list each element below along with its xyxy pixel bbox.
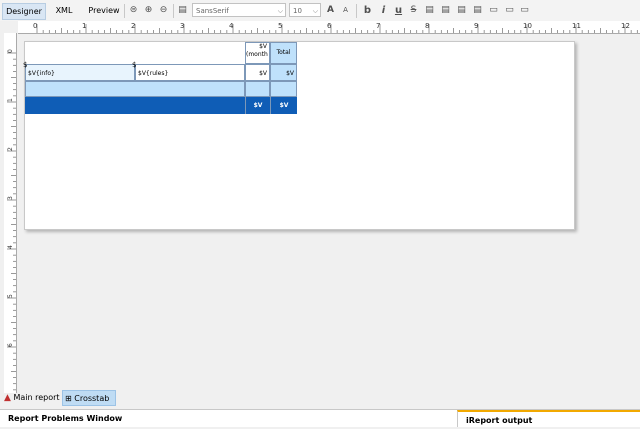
report-page[interactable]: $V (month Total $V{info} $ $V{rules} $ $…	[23, 41, 575, 230]
editor-toolbar: Designer XML Preview ⊜ ⊕ ⊖ ▤ SansSerif ⌵…	[0, 0, 640, 22]
ruler-label: 3	[180, 22, 184, 30]
increase-font-icon[interactable]: A	[324, 4, 337, 17]
field-marker: $	[132, 61, 137, 69]
ruler-label: 2	[7, 147, 14, 151]
strikethrough-icon[interactable]: S	[407, 4, 420, 17]
zoom-in-icon[interactable]: ⊕	[142, 4, 155, 17]
crosstab-subtotal-label[interactable]	[25, 81, 245, 97]
ruler-label: 2	[131, 22, 135, 30]
align-justify-icon[interactable]: ▤	[439, 4, 452, 17]
font-name-value: SansSerif	[196, 7, 229, 15]
align-top-icon[interactable]: ▭	[487, 4, 500, 17]
tab-crosstab[interactable]: ⊞ Crosstab 1	[62, 390, 116, 419]
chevron-down-icon: ⌵	[312, 7, 318, 15]
align-left-icon[interactable]: ▤	[423, 4, 436, 17]
underline-button[interactable]: u	[392, 4, 405, 17]
bold-button[interactable]: b	[361, 4, 374, 17]
report-problems-window[interactable]: Report Problems Window	[0, 410, 456, 427]
ruler-label: 11	[572, 22, 581, 30]
align-center-icon[interactable]: ▤	[455, 4, 468, 17]
align-right-icon[interactable]: ▤	[471, 4, 484, 17]
ruler-label: 12	[621, 22, 630, 30]
vertical-ruler: 0 1 2 3 4 5 6	[4, 33, 17, 393]
crosstab-cell-value[interactable]: $V	[245, 64, 270, 81]
crosstab-total-value[interactable]: $V	[245, 97, 270, 114]
font-size-value: 10	[293, 7, 302, 15]
tab-main-report[interactable]: ▲ Main report	[4, 390, 60, 406]
align-middle-icon[interactable]: ▭	[503, 4, 516, 17]
align-bottom-icon[interactable]: ▭	[518, 4, 531, 17]
chevron-down-icon: ⌵	[277, 7, 283, 15]
ruler-label: 4	[7, 245, 14, 249]
crosstab-total-label[interactable]	[25, 97, 245, 114]
field-marker: $	[23, 61, 28, 69]
ruler-label: 3	[7, 196, 14, 200]
crosstab-total-total[interactable]: $V	[270, 97, 297, 114]
tab-xml[interactable]: XML	[50, 3, 78, 18]
ruler-label: 6	[327, 22, 332, 30]
crosstab-row-info[interactable]: $V{info}	[25, 64, 135, 81]
italic-button[interactable]: i	[377, 4, 390, 17]
ruler-label: 1	[7, 98, 14, 102]
ruler-label: 7	[376, 22, 380, 30]
horizontal-ruler: 0 1 2 3 4 5 6 7 8 9 10 11 12	[18, 21, 640, 34]
ruler-label: 8	[425, 22, 429, 30]
ruler-label: 5	[278, 22, 282, 30]
ruler-label: 6	[7, 343, 14, 347]
font-size-select[interactable]: 10 ⌵	[289, 3, 321, 17]
tab-main-report-label: Main report	[13, 393, 60, 402]
report-tabbar: ▲ Main report ⊞ Crosstab 1	[0, 389, 640, 419]
tab-designer[interactable]: Designer	[2, 3, 46, 20]
ruler-label: 4	[229, 22, 234, 30]
ruler-label: 10	[523, 22, 532, 30]
ruler-label: 5	[7, 294, 14, 298]
decrease-font-icon[interactable]: A	[339, 4, 352, 17]
crosstab-cell-total[interactable]: $V	[270, 64, 297, 81]
crosstab-header-month[interactable]: $V (month	[245, 42, 270, 64]
zoom-fit-icon[interactable]: ⊜	[127, 4, 140, 17]
zoom-out-icon[interactable]: ⊖	[157, 4, 170, 17]
report-icon: ▲	[4, 393, 11, 403]
crosstab-subtotal-total[interactable]	[270, 81, 297, 97]
ruler-label: 0	[7, 49, 14, 53]
crosstab-subtotal-value[interactable]	[245, 81, 270, 97]
tab-preview[interactable]: Preview	[86, 3, 122, 18]
crosstab-row-rules[interactable]: $V{rules}	[135, 64, 245, 81]
crosstab-header-total[interactable]: Total	[270, 42, 297, 64]
ruler-label: 1	[82, 22, 86, 30]
ruler-label: 9	[474, 22, 478, 30]
paste-icon[interactable]: ▤	[176, 4, 189, 17]
crosstab-icon: ⊞	[65, 394, 72, 403]
ireport-output-window[interactable]: iReport output	[457, 410, 640, 427]
ruler-corner	[0, 21, 18, 33]
ruler-label: 0	[33, 22, 37, 30]
status-bar: Report Problems Window iReport output	[0, 409, 640, 427]
font-name-select[interactable]: SansSerif ⌵	[192, 3, 286, 17]
